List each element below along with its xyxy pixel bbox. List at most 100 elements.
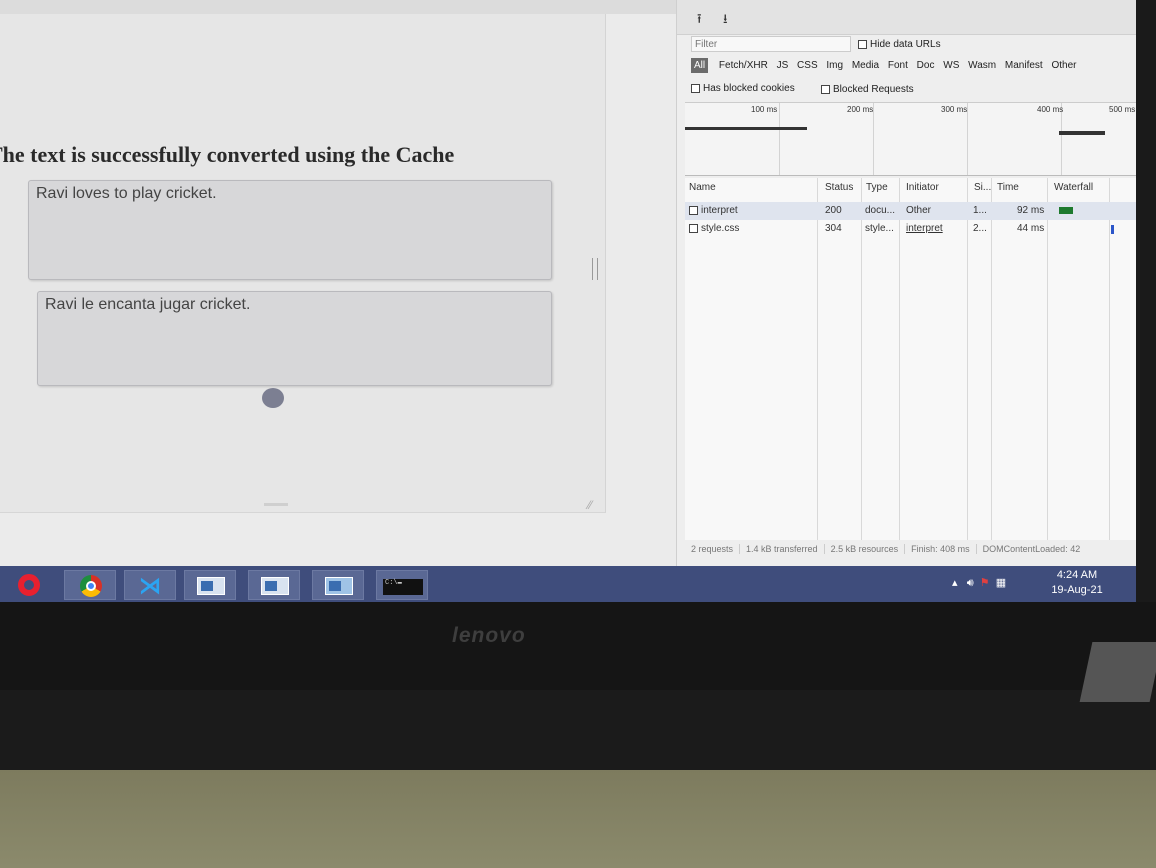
has-blocked-cookies-option[interactable]: Has blocked cookies [691,83,795,94]
request-status: 200 [825,205,842,216]
request-initiator-link[interactable]: interpret [906,223,943,234]
waterfall-bar [1111,225,1114,234]
column-header-size[interactable]: Si... [974,182,991,193]
type-filter-js[interactable]: JS [777,60,789,71]
has-blocked-cookies-label: Has blocked cookies [703,83,795,94]
stylesheet-file-icon [689,223,698,233]
source-text-area[interactable]: Ravi loves to play cricket. [28,180,552,280]
status-resources: 2.5 kB resources [825,544,906,554]
chrome-icon [80,575,102,597]
timeline-request-bar [685,127,807,130]
type-filter-manifest[interactable]: Manifest [1005,60,1043,71]
taskbar-opera[interactable] [4,570,56,600]
export-har-icon[interactable]: ⭳ [723,10,728,32]
opera-icon [18,574,40,596]
pane-resize-handle[interactable] [592,258,598,280]
window-icon [261,577,289,595]
laptop-bezel-right [1136,0,1156,602]
taskbar-command-prompt[interactable]: C:\▬ [376,570,428,600]
request-type: style... [865,223,894,234]
resize-grip-icon[interactable]: ⁄⁄ [588,498,592,512]
column-header-initiator[interactable]: Initiator [906,182,939,193]
devtools-toolbar: ⭱ ⭳ [677,0,1140,35]
type-filter-ws[interactable]: WS [943,60,959,71]
request-time: 92 ms [1017,205,1045,216]
network-status-bar: 2 requests 1.4 kB transferred 2.5 kB resou… [685,544,1140,562]
status-transferred: 1.4 kB transferred [740,544,825,554]
waterfall-bar [1059,207,1073,214]
status-dom-content-loaded: DOMContentLoaded: 42 [982,544,1081,554]
hide-data-urls-checkbox[interactable] [858,39,867,49]
windows-taskbar: ⋊ C:\▬ ▴ 🔊︎ ⚑ ▦ 4:24 AM 19-Aug-21 [0,566,1140,602]
column-header-name[interactable]: Name [689,182,716,193]
type-filter-font[interactable]: Font [888,60,908,71]
taskbar-chrome[interactable] [64,570,116,600]
taskbar-window-1[interactable] [184,570,236,600]
taskbar-clock[interactable]: 4:24 AM 19-Aug-21 [1040,568,1114,598]
request-row[interactable]: style.css 304 style... interpret 2... 44… [685,220,1140,238]
network-status-icon[interactable]: ▦ [996,577,1006,589]
import-har-icon[interactable]: ⭱ [697,10,702,32]
devtools-network-panel: ⭱ ⭳ Hide data URLs All Fetch/XHR JS CSS … [676,0,1140,566]
faint-divider [264,503,288,506]
laptop-hinge [0,690,1156,770]
request-name: interpret [701,205,738,216]
translated-text-area[interactable]: Ravi le encanta jugar cricket. [37,291,552,386]
request-size: 2... [973,223,987,234]
hinge-reflection [1079,642,1156,702]
request-row[interactable]: interpret 200 docu... Other 1... 92 ms [685,202,1140,220]
volume-icon[interactable]: 🔊︎ [967,577,974,589]
type-filter-img[interactable]: Img [826,60,843,71]
network-icon [325,577,353,595]
column-header-waterfall[interactable]: Waterfall [1054,182,1093,193]
blocked-requests-option[interactable]: Blocked Requests [821,84,914,95]
touch-cursor-indicator [262,388,284,408]
web-page-viewport: The text is successfully converted using… [0,0,676,566]
request-name: style.css [701,223,740,234]
system-tray: ▴ 🔊︎ ⚑ ▦ [952,576,1006,590]
overview-timeline[interactable]: 100 ms 200 ms 300 ms 400 ms 500 ms [685,102,1140,176]
status-requests-count: 2 requests [685,544,741,554]
request-initiator: Other [906,205,932,216]
column-header-status[interactable]: Status [825,182,853,193]
laptop-bezel [0,602,1156,690]
timeline-request-bar [1059,131,1105,135]
timeline-gridline [779,103,780,175]
request-size: 1... [973,205,987,216]
timeline-tick: 400 ms [1037,105,1064,114]
column-header-type[interactable]: Type [866,182,888,193]
filter-input[interactable] [691,36,851,52]
taskbar-window-2[interactable] [248,570,300,600]
clock-time: 4:24 AM [1056,569,1098,581]
request-status: 304 [825,223,842,234]
blocked-requests-label: Blocked Requests [833,84,914,95]
window-icon [197,577,225,595]
request-name-cell: style.css [689,223,739,234]
command-prompt-icon: C:\▬ [383,579,423,595]
hide-data-urls-label: Hide data URLs [870,39,941,50]
document-file-icon [689,205,698,215]
hide-data-urls-option[interactable]: Hide data URLs [858,39,941,50]
resource-type-filters: All Fetch/XHR JS CSS Img Media Font Doc … [691,58,1082,73]
taskbar-vscode[interactable]: ⋊ [124,570,176,600]
page-heading: The text is successfully converted using… [0,142,455,167]
column-header-time[interactable]: Time [997,182,1019,193]
type-filter-media[interactable]: Media [852,60,879,71]
has-blocked-cookies-checkbox[interactable] [691,83,700,93]
page-top-band [0,0,676,14]
type-filter-all[interactable]: All [691,58,709,73]
type-filter-wasm[interactable]: Wasm [968,60,996,71]
action-center-flag-icon[interactable]: ⚑ [980,577,990,589]
type-filter-fetch-xhr[interactable]: Fetch/XHR [719,60,768,71]
blocked-requests-checkbox[interactable] [821,84,830,94]
show-hidden-icons-icon[interactable]: ▴ [952,577,958,589]
type-filter-css[interactable]: CSS [797,60,818,71]
taskbar-network-app[interactable] [312,570,364,600]
timeline-tick: 100 ms [751,105,778,114]
type-filter-other[interactable]: Other [1051,60,1076,71]
type-filter-doc[interactable]: Doc [917,60,935,71]
status-finish: Finish: 408 ms [905,544,977,554]
vscode-icon: ⋊ [139,573,161,598]
request-time: 44 ms [1017,223,1045,234]
request-type: docu... [865,205,896,216]
